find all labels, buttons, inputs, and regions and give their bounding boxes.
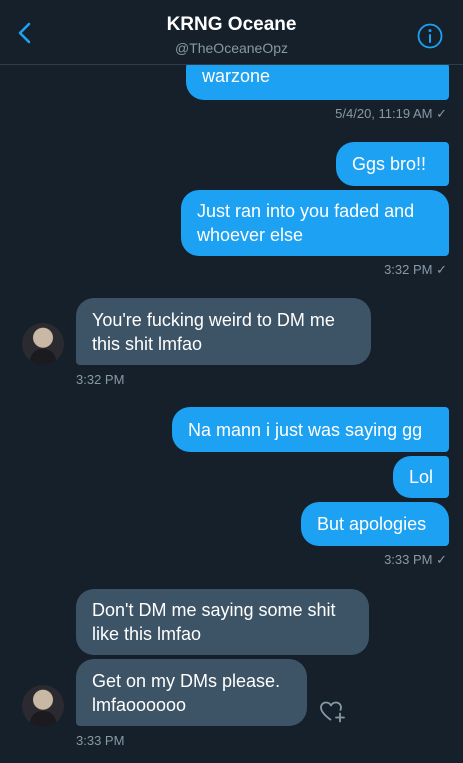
message-text: Ggs bro!!: [352, 154, 427, 174]
info-icon[interactable]: [417, 23, 443, 49]
message-text: Just ran into you faded and whoever else: [197, 201, 415, 245]
message-text: Na mann i just was saying gg: [188, 419, 423, 440]
outgoing-message[interactable]: Na mann i just was saying gg: [172, 407, 449, 452]
avatar[interactable]: [22, 685, 64, 727]
conversation-title: KRNG Oceane: [166, 14, 297, 35]
heart-plus-icon[interactable]: [318, 698, 346, 724]
message-timestamp: 5/4/20, 11:19 AM ✓: [335, 106, 447, 121]
outgoing-message[interactable]: Just ran into you faded and whoever else: [181, 190, 449, 256]
message-text: Get on my DMs please. lmfaoooooo: [92, 670, 281, 715]
conversation-handle: @TheOceaneOpz: [174, 40, 289, 56]
outgoing-message[interactable]: But apologies: [301, 502, 449, 546]
incoming-message[interactable]: You're fucking weird to DM me this shit …: [76, 298, 371, 365]
message-text: But apologies: [317, 514, 427, 534]
message-timestamp: 3:33 PM ✓: [384, 552, 447, 567]
message-timestamp: 3:32 PM ✓: [384, 262, 447, 277]
message-timestamp: 3:33 PM: [76, 733, 125, 748]
outgoing-message[interactable]: Lol: [393, 456, 449, 498]
conversation-header: KRNG Oceane @TheOceaneOpz: [0, 0, 463, 65]
avatar[interactable]: [22, 323, 64, 365]
outgoing-message[interactable]: Ggs bro!!: [336, 142, 449, 186]
message-text: Don't DM me saying some shit like this l…: [92, 600, 336, 644]
message-text: You're fucking weird to DM me this shit …: [92, 309, 335, 354]
message-text: Lol: [409, 467, 434, 487]
message-text: warzone: [202, 66, 271, 86]
message-timestamp: 3:32 PM: [76, 372, 125, 387]
incoming-message[interactable]: Don't DM me saying some shit like this l…: [76, 589, 369, 655]
incoming-message[interactable]: Get on my DMs please. lmfaoooooo: [76, 659, 307, 726]
